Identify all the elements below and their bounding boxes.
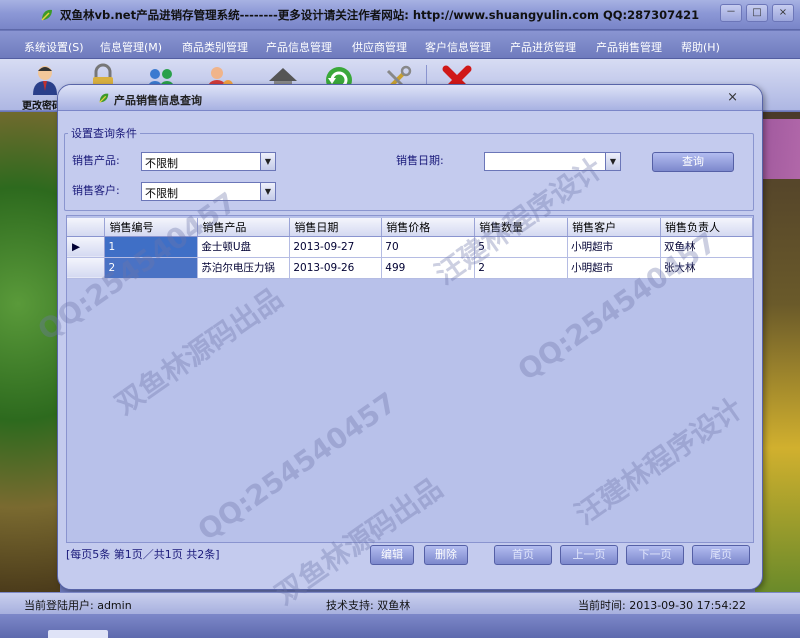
chevron-down-icon[interactable]: ▼ [605, 153, 620, 170]
table-cell[interactable]: 2 [104, 257, 199, 279]
taskbar-item[interactable] [48, 630, 108, 638]
table-cell[interactable]: 70 [381, 236, 476, 258]
minimize-button[interactable]: － [720, 4, 742, 22]
status-support: 技术支持: 双鱼林 [326, 599, 411, 612]
menu-bar: 系统设置(S) 信息管理(M) 商品类别管理 产品信息管理 供应商管理 客户信息… [0, 31, 800, 59]
customer-combo-value: 不限制 [145, 187, 178, 200]
table-cell[interactable]: 1 [104, 236, 199, 258]
menu-help[interactable]: 帮助(H) [681, 39, 720, 55]
column-header[interactable]: 销售客户 [567, 218, 662, 237]
row-selector[interactable] [67, 257, 106, 279]
column-header[interactable]: 销售价格 [381, 218, 476, 237]
sales-grid: 销售编号 销售产品 销售日期 销售价格 销售数量 销售客户 销售负责人 ▶ 1 … [66, 215, 754, 543]
table-cell[interactable]: 2 [474, 257, 569, 279]
first-page-button[interactable]: 首页 [494, 545, 552, 565]
sales-query-window: 产品销售信息查询 × 设置查询条件 销售产品: 不限制 ▼ 销售客户: 不限制 … [57, 84, 763, 590]
delete-button[interactable]: 删除 [424, 545, 468, 565]
product-combo[interactable]: 不限制 ▼ [141, 152, 276, 171]
taskbar [0, 614, 800, 638]
pagination-info: [每页5条 第1页／共1页 共2条] [66, 548, 220, 561]
menu-system-settings[interactable]: 系统设置(S) [24, 39, 84, 55]
column-header[interactable]: 销售负责人 [660, 218, 753, 237]
table-cell[interactable]: 双鱼林 [660, 236, 753, 258]
menu-customer-info[interactable]: 客户信息管理 [425, 39, 491, 55]
next-page-button[interactable]: 下一页 [626, 545, 684, 565]
maximize-button[interactable]: □ [746, 4, 768, 22]
app-leaf-icon [40, 8, 54, 25]
customer-combo[interactable]: 不限制 ▼ [141, 182, 276, 201]
prev-page-button[interactable]: 上一页 [560, 545, 618, 565]
customer-label: 销售客户: [72, 184, 120, 197]
dialog-title: 产品销售信息查询 [114, 94, 202, 107]
chevron-down-icon[interactable]: ▼ [260, 153, 275, 170]
query-button[interactable]: 查询 [652, 152, 734, 172]
table-header-row: 销售编号 销售产品 销售日期 销售价格 销售数量 销售客户 销售负责人 [67, 218, 753, 237]
date-picker[interactable]: ▼ [484, 152, 621, 171]
dialog-close-icon[interactable]: × [727, 90, 738, 105]
product-combo-value: 不限制 [145, 157, 178, 170]
desktop-background-plant [0, 112, 60, 592]
menu-product-info[interactable]: 产品信息管理 [266, 39, 332, 55]
menu-supplier-management[interactable]: 供应商管理 [352, 39, 407, 55]
table-cell[interactable]: 小明超市 [567, 257, 662, 279]
status-time: 当前时间: 2013-09-30 17:54:22 [578, 599, 747, 612]
table-cell[interactable]: 小明超市 [567, 236, 662, 258]
chevron-down-icon[interactable]: ▼ [260, 183, 275, 200]
product-label: 销售产品: [72, 154, 120, 167]
table-cell[interactable]: 张大林 [660, 257, 753, 279]
table-cell[interactable]: 2013-09-26 [289, 257, 383, 279]
row-header-corner [67, 218, 106, 237]
date-label: 销售日期: [396, 154, 444, 167]
sales-query-titlebar: 产品销售信息查询 × [58, 85, 762, 111]
change-password-label[interactable]: 更改密码 [22, 97, 62, 112]
table-row[interactable]: ▶ 1 金士顿U盘 2013-09-27 70 5 小明超市 双鱼林 [67, 236, 753, 258]
sales-table: 销售编号 销售产品 销售日期 销售价格 销售数量 销售客户 销售负责人 ▶ 1 … [67, 218, 753, 279]
table-cell[interactable]: 苏泊尔电压力锅 [197, 257, 291, 279]
last-page-button[interactable]: 尾页 [692, 545, 750, 565]
row-selector-icon[interactable]: ▶ [67, 236, 106, 258]
column-header[interactable]: 销售编号 [104, 218, 199, 237]
table-cell[interactable]: 499 [381, 257, 476, 279]
table-cell[interactable]: 金士顿U盘 [197, 236, 291, 258]
leaf-icon [98, 92, 110, 107]
filter-group-legend: 设置查询条件 [68, 125, 140, 141]
column-header[interactable]: 销售数量 [474, 218, 569, 237]
column-header[interactable]: 销售日期 [289, 218, 383, 237]
status-current-user: 当前登陆用户: admin [24, 599, 132, 612]
edit-button[interactable]: 编辑 [370, 545, 414, 565]
table-row[interactable]: 2 苏泊尔电压力锅 2013-09-26 499 2 小明超市 张大林 [67, 257, 753, 279]
menu-sales-management[interactable]: 产品销售管理 [596, 39, 662, 55]
table-cell[interactable]: 5 [474, 236, 569, 258]
menu-info-management[interactable]: 信息管理(M) [100, 39, 162, 55]
window-title: 双鱼林vb.net产品进销存管理系统--------更多设计请关注作者网站: h… [60, 8, 700, 22]
menu-purchase-management[interactable]: 产品进货管理 [510, 39, 576, 55]
close-button[interactable]: × [772, 4, 794, 22]
column-header[interactable]: 销售产品 [197, 218, 291, 237]
status-bar: 当前登陆用户: admin 技术支持: 双鱼林 当前时间: 2013-09-30… [0, 592, 800, 614]
menu-category-management[interactable]: 商品类别管理 [182, 39, 248, 55]
main-window-titlebar: 双鱼林vb.net产品进销存管理系统--------更多设计请关注作者网站: h… [0, 0, 800, 30]
table-cell[interactable]: 2013-09-27 [289, 236, 383, 258]
